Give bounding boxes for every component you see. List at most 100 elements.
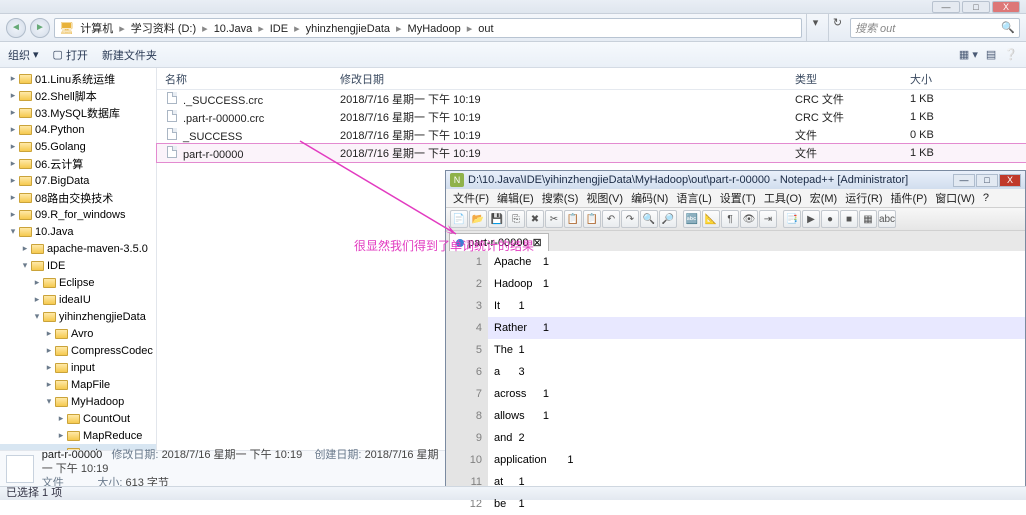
npp-menubar[interactable]: 文件(F)编辑(E)搜索(S)视图(V)编码(N)语言(L)设置(T)工具(O)… (446, 189, 1025, 207)
npp-close-button[interactable]: X (999, 174, 1021, 187)
toolbar-button[interactable]: 💾 (488, 210, 506, 228)
tree-node[interactable]: ▾10.Java (0, 223, 156, 240)
close-button[interactable]: X (992, 1, 1020, 13)
file-row[interactable]: part-r-000002018/7/16 星期一 下午 10:19文件1 KB (157, 144, 1026, 162)
tree-twisty-icon[interactable]: ▸ (32, 277, 42, 288)
npp-minimize-button[interactable]: — (953, 174, 975, 187)
breadcrumb-item[interactable]: out (476, 22, 495, 36)
npp-toolbar[interactable]: 📄📂💾⎘✖✂📋📋↶↷🔍🔎🔤📐¶👁⇥📑▶●■▦abc (446, 207, 1025, 231)
column-headers[interactable]: 名称 修改日期 类型 大小 (157, 68, 1026, 90)
tree-twisty-icon[interactable]: ▸ (8, 141, 18, 152)
npp-maximize-button[interactable]: □ (976, 174, 998, 187)
toolbar-button[interactable]: 🔤 (683, 210, 701, 228)
menu-item[interactable]: 插件(P) (888, 189, 931, 207)
nav-back-button[interactable]: ◄ (6, 18, 26, 38)
tree-node[interactable]: ▸07.BigData (0, 172, 156, 189)
tree-node[interactable]: ▸Eclipse (0, 274, 156, 291)
toolbar-button[interactable]: ✂ (545, 210, 563, 228)
file-row[interactable]: _SUCCESS2018/7/16 星期一 下午 10:19文件0 KB (157, 126, 1026, 144)
toolbar-button[interactable]: ↷ (621, 210, 639, 228)
tree-twisty-icon[interactable]: ▸ (8, 192, 18, 203)
menu-item[interactable]: 文件(F) (450, 189, 492, 207)
preview-pane-button[interactable]: ▤ (986, 48, 996, 61)
toolbar-button[interactable]: 📐 (702, 210, 720, 228)
toolbar-button[interactable]: 📄 (450, 210, 468, 228)
toolbar-button[interactable]: ● (821, 210, 839, 228)
toolbar-button[interactable]: ⇥ (759, 210, 777, 228)
tree-twisty-icon[interactable]: ▸ (8, 158, 18, 169)
toolbar-button[interactable]: abc (878, 210, 896, 228)
tree-node[interactable]: ▾MyHadoop (0, 393, 156, 410)
tree-twisty-icon[interactable]: ▸ (56, 430, 66, 441)
tree-twisty-icon[interactable]: ▸ (8, 175, 18, 186)
breadcrumb-item[interactable]: 计算机 (78, 22, 115, 36)
tree-node[interactable]: ▾yihinzhengjieData (0, 308, 156, 325)
toolbar-button[interactable]: 🔍 (640, 210, 658, 228)
menu-item[interactable]: 工具(O) (761, 189, 805, 207)
tree-node[interactable]: ▸04.Python (0, 121, 156, 138)
open-button[interactable]: ▢ 打开 (53, 47, 88, 63)
toolbar-button[interactable]: ✖ (526, 210, 544, 228)
menu-item[interactable]: 设置(T) (717, 189, 759, 207)
toolbar-button[interactable]: ⎘ (507, 210, 525, 228)
tree-node[interactable]: ▸08路由交换技术 (0, 189, 156, 206)
tree-twisty-icon[interactable]: ▾ (20, 260, 30, 271)
tree-twisty-icon[interactable]: ▸ (44, 362, 54, 373)
nav-forward-button[interactable]: ► (30, 18, 50, 38)
tree-node[interactable]: ▸03.MySQL数据库 (0, 104, 156, 121)
menu-item[interactable]: 宏(M) (807, 189, 841, 207)
help-button[interactable]: ❔ (1004, 48, 1018, 61)
code-area[interactable]: Apache 1 Hadoop 1 It 1 Rather 1 The 1 a … (488, 251, 1025, 499)
tree-twisty-icon[interactable]: ▸ (56, 413, 66, 424)
menu-item[interactable]: 窗口(W) (932, 189, 978, 207)
tree-twisty-icon[interactable]: ▾ (32, 311, 42, 322)
tree-twisty-icon[interactable]: ▸ (8, 107, 18, 118)
toolbar-button[interactable]: ■ (840, 210, 858, 228)
tree-node[interactable]: ▸MapFile (0, 376, 156, 393)
toolbar-button[interactable]: 🔎 (659, 210, 677, 228)
tree-twisty-icon[interactable]: ▸ (20, 243, 30, 254)
maximize-button[interactable]: □ (962, 1, 990, 13)
tree-node[interactable]: ▸CountOut (0, 410, 156, 427)
menu-item[interactable]: 运行(R) (842, 189, 885, 207)
npp-editor[interactable]: 123456789101112 Apache 1 Hadoop 1 It 1 R… (446, 251, 1025, 499)
toolbar-button[interactable]: 📑 (783, 210, 801, 228)
menu-item[interactable]: 编码(N) (628, 189, 671, 207)
breadcrumb-dropdown[interactable]: ▾ (806, 14, 824, 41)
tree-twisty-icon[interactable]: ▾ (44, 396, 54, 407)
toolbar-button[interactable]: 📋 (583, 210, 601, 228)
toolbar-button[interactable]: 👁 (740, 210, 758, 228)
tree-node[interactable]: ▸Avro (0, 325, 156, 342)
toolbar-button[interactable]: ▦ (859, 210, 877, 228)
breadcrumb-item[interactable]: MyHadoop (406, 22, 463, 36)
breadcrumb-item[interactable]: IDE (268, 22, 290, 36)
tree-node[interactable]: ▸02.Shell脚本 (0, 87, 156, 104)
minimize-button[interactable]: — (932, 1, 960, 13)
menu-item[interactable]: 语言(L) (673, 189, 714, 207)
tree-node[interactable]: ▸06.云计算 (0, 155, 156, 172)
tree-twisty-icon[interactable]: ▸ (8, 124, 18, 135)
folder-tree[interactable]: ▸01.Linu系统运维▸02.Shell脚本▸03.MySQL数据库▸04.P… (0, 68, 157, 466)
toolbar-button[interactable]: ▶ (802, 210, 820, 228)
toolbar-button[interactable]: ¶ (721, 210, 739, 228)
tree-node[interactable]: ▸apache-maven-3.5.0 (0, 240, 156, 257)
tree-node[interactable]: ▸CompressCodec (0, 342, 156, 359)
tree-node[interactable]: ▸input (0, 359, 156, 376)
view-options-button[interactable]: ▦ ▾ (959, 48, 978, 61)
menu-item[interactable]: 编辑(E) (494, 189, 537, 207)
toolbar-button[interactable]: 📋 (564, 210, 582, 228)
tree-twisty-icon[interactable]: ▸ (8, 90, 18, 101)
tree-node[interactable]: ▸05.Golang (0, 138, 156, 155)
tree-node[interactable]: ▸MapReduce (0, 427, 156, 444)
tree-node[interactable]: ▸01.Linu系统运维 (0, 70, 156, 87)
tree-twisty-icon[interactable]: ▸ (8, 73, 18, 84)
tree-twisty-icon[interactable]: ▸ (44, 345, 54, 356)
breadcrumb-item[interactable]: 学习资料 (D:) (129, 22, 198, 36)
breadcrumb[interactable]: 🖥 计算机▸学习资料 (D:)▸10.Java▸IDE▸yhinzhengjie… (54, 18, 802, 38)
tree-twisty-icon[interactable]: ▸ (8, 209, 18, 220)
refresh-button[interactable]: ↻ (828, 14, 846, 41)
tree-node[interactable]: ▸09.R_for_windows (0, 206, 156, 223)
breadcrumb-item[interactable]: 10.Java (212, 22, 255, 36)
file-row[interactable]: ._SUCCESS.crc2018/7/16 星期一 下午 10:19CRC 文… (157, 90, 1026, 108)
tree-twisty-icon[interactable]: ▸ (44, 379, 54, 390)
